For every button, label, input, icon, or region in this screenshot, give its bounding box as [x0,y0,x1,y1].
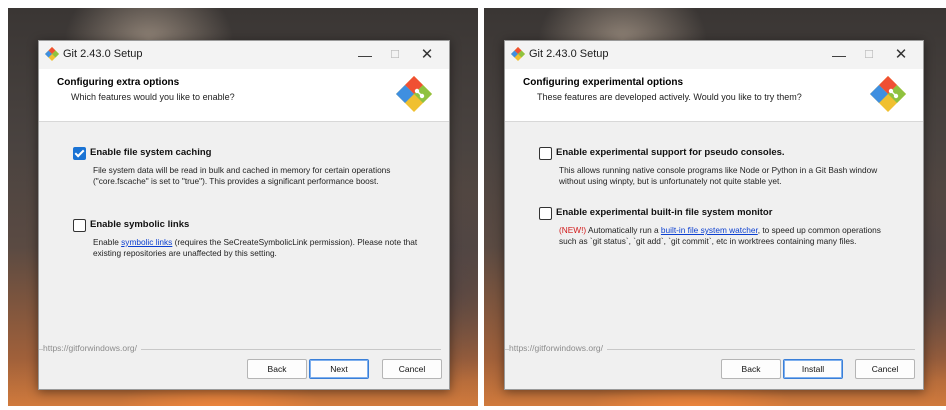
cancel-button[interactable]: Cancel [382,359,442,379]
footer-separator: https://gitforwindows.org/ [39,343,449,357]
left-screenshot: Git 2.43.0 Setup — ☐ ✕ Configuring extra… [8,8,478,406]
setup-dialog-experimental-options: Git 2.43.0 Setup — ☐ ✕ Configuring exper… [504,40,924,390]
fscache-label[interactable]: Enable file system caching [90,147,211,158]
symlinks-desc-pre: Enable [93,237,122,247]
symlinks-label[interactable]: Enable symbolic links [90,219,189,230]
setup-dialog-extra-options: Git 2.43.0 Setup — ☐ ✕ Configuring extra… [38,40,450,390]
title-bar[interactable]: Git 2.43.0 Setup — ☐ ✕ [39,41,449,69]
fscache-description: File system data will be read in bulk an… [93,165,391,186]
close-button[interactable]: ✕ [413,44,441,66]
minimize-button[interactable]: — [351,44,379,66]
fsmonitor-description: (NEW!) Automatically run a built-in file… [559,225,895,247]
git-logo-icon [396,76,432,112]
back-button[interactable]: Back [721,359,781,379]
symlinks-checkbox[interactable] [73,219,86,232]
footer-separator: https://gitforwindows.org/ [505,343,923,357]
window-title: Git 2.43.0 Setup [529,48,609,60]
symlinks-description: Enable symbolic links (requires the SeCr… [93,237,421,259]
fsmonitor-checkbox[interactable] [539,207,552,220]
window-title: Git 2.43.0 Setup [63,48,143,60]
minimize-button[interactable]: — [825,44,853,66]
fsmonitor-desc-pre: Automatically run a [586,225,661,235]
cancel-button[interactable]: Cancel [855,359,915,379]
pseudo-console-label[interactable]: Enable experimental support for pseudo c… [556,147,785,158]
page-subtitle: These features are developed actively. W… [537,92,802,102]
wizard-header: Configuring experimental options These f… [505,69,923,122]
page-title: Configuring experimental options [523,77,684,88]
right-screenshot: Git 2.43.0 Setup — ☐ ✕ Configuring exper… [484,8,946,406]
page-title: Configuring extra options [57,77,180,88]
wizard-header: Configuring extra options Which features… [39,69,449,122]
footer-url: https://gitforwindows.org/ [43,343,142,353]
pseudo-console-description: This allows running native console progr… [559,165,878,186]
options-content: Enable file system caching File system d… [39,121,449,343]
next-button[interactable]: Next [309,359,369,379]
back-button[interactable]: Back [247,359,307,379]
symbolic-links-link[interactable]: symbolic links [121,237,172,247]
page-subtitle: Which features would you like to enable? [71,92,235,102]
maximize-button[interactable]: ☐ [381,44,409,66]
options-content: Enable experimental support for pseudo c… [505,121,923,343]
fscache-checkbox[interactable] [73,147,86,160]
install-button[interactable]: Install [783,359,843,379]
new-tag: (NEW!) [559,225,587,235]
git-icon [45,47,59,61]
maximize-button[interactable]: ☐ [855,44,883,66]
git-logo-icon [870,76,906,112]
fs-watcher-link[interactable]: built-in file system watcher [661,225,758,235]
pseudo-console-checkbox[interactable] [539,147,552,160]
footer-url: https://gitforwindows.org/ [509,343,608,353]
title-bar[interactable]: Git 2.43.0 Setup — ☐ ✕ [505,41,923,69]
close-button[interactable]: ✕ [887,44,915,66]
git-icon [511,47,525,61]
fsmonitor-label[interactable]: Enable experimental built-in file system… [556,207,772,218]
